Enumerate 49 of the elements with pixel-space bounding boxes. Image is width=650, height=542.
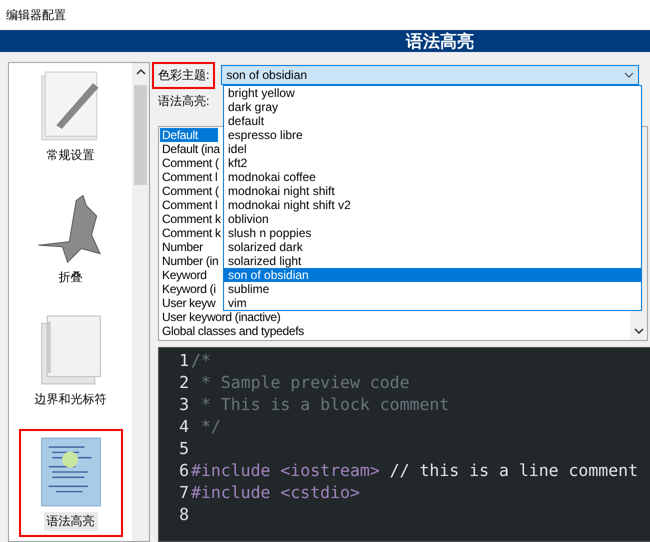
line-number: 8	[178, 504, 190, 526]
section-title: 语法高亮	[406, 30, 474, 52]
color-theme-dropdown[interactable]: son of obsidian	[221, 65, 640, 85]
code-token: * Sample preview code	[200, 372, 410, 394]
list-item[interactable]: Global classes and typedefs	[160, 324, 306, 338]
list-item[interactable]: Comment k	[160, 212, 223, 226]
scroll-up-icon[interactable]	[136, 67, 146, 77]
list-item[interactable]: Keyword	[160, 268, 209, 282]
dropdown-option[interactable]: son of obsidian	[224, 268, 641, 282]
list-item[interactable]: User keyw	[160, 296, 218, 310]
list-item[interactable]: Comment (	[160, 156, 221, 170]
sidebar-item[interactable]: 边界和光标符	[18, 307, 122, 415]
list-item[interactable]: Comment (	[160, 184, 221, 198]
line-number: 5	[178, 438, 190, 460]
code-token: */	[200, 416, 221, 438]
line-number: 4	[178, 416, 190, 438]
line-number: 2	[178, 372, 190, 394]
code-token: // this is a line comment	[388, 460, 638, 482]
list-item[interactable]: Default	[160, 128, 218, 142]
scrollbar-thumb[interactable]	[134, 85, 147, 185]
sidebar-item-label: 语法高亮	[44, 512, 98, 531]
syntax-label: 语法高亮:	[158, 92, 210, 110]
color-theme-label: 色彩主题:	[152, 62, 216, 88]
list-item[interactable]: User keyword (inactive)	[160, 310, 282, 324]
list-item[interactable]: Number	[160, 240, 205, 254]
line-number: 6	[178, 460, 190, 482]
sidebar-item[interactable]: 常规设置	[18, 63, 122, 171]
line-number: 1	[178, 350, 190, 372]
scrollbar[interactable]	[132, 63, 149, 541]
list-item[interactable]: Comment l	[160, 198, 220, 212]
line-number: 3	[178, 394, 190, 416]
code-token: #include <iostream>	[191, 460, 380, 482]
code-token: /*	[191, 350, 211, 372]
code-token: * This is a block comment	[200, 394, 450, 416]
sidebar-item-label: 边界和光标符	[34, 391, 108, 408]
list-item[interactable]: Default (ina	[160, 142, 222, 156]
chevron-down-icon	[624, 72, 634, 78]
sidebar-item[interactable]: 折叠	[18, 185, 122, 293]
list-item[interactable]: Comment l	[160, 170, 220, 184]
sidebar-item-label: 常规设置	[46, 147, 96, 164]
list-item[interactable]: Keyword (i	[160, 282, 218, 296]
list-item[interactable]: Number (in	[160, 254, 220, 268]
line-number: 7	[178, 482, 190, 504]
window-title: 编辑器配置	[6, 6, 66, 24]
sidebar-item[interactable]: 语法高亮	[18, 429, 122, 537]
code-token: #include <cstdio>	[191, 482, 360, 504]
list-item[interactable]: Comment k	[160, 226, 223, 240]
scroll-down-icon[interactable]	[634, 326, 644, 336]
sidebar-item-label: 折叠	[58, 269, 84, 286]
